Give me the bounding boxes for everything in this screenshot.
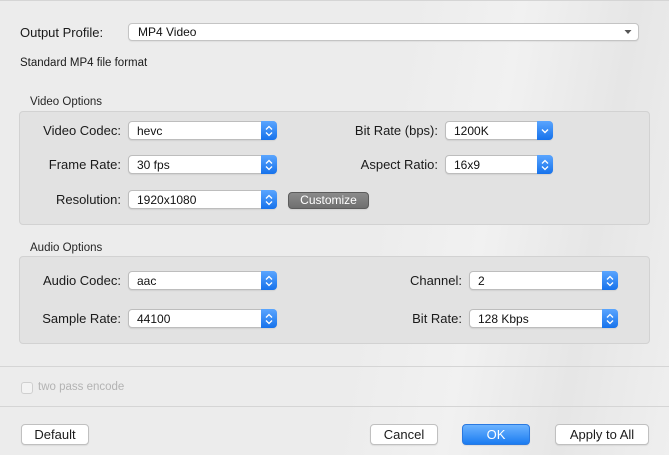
resolution-label: Resolution: — [55, 192, 121, 207]
updown-arrows-icon — [261, 309, 277, 328]
output-profile-description: Standard MP4 file format — [20, 57, 148, 69]
updown-arrows-icon — [602, 271, 618, 290]
frame-rate-label: Frame Rate: — [48, 157, 121, 172]
two-pass-label: two pass encode — [38, 381, 125, 393]
updown-arrows-icon — [261, 271, 277, 290]
updown-arrows-icon — [602, 309, 618, 328]
audio-bit-rate-select[interactable]: 128 Kbps — [469, 309, 618, 328]
bit-rate-bps-select[interactable]: 1200K — [445, 121, 553, 140]
top-divider — [0, 0, 669, 1]
resolution-value: 1920x1080 — [137, 193, 197, 207]
aspect-ratio-select[interactable]: 16x9 — [445, 155, 553, 174]
chevron-down-icon — [537, 121, 553, 140]
audio-options-title: Audio Options — [30, 242, 103, 254]
video-codec-select[interactable]: hevc — [128, 121, 277, 140]
audio-options-group — [19, 256, 650, 344]
output-profile-label: Output Profile: — [20, 25, 104, 40]
channel-value: 2 — [478, 274, 485, 288]
apply-to-all-button[interactable]: Apply to All — [555, 424, 649, 445]
bit-rate-bps-value: 1200K — [454, 124, 489, 138]
updown-arrows-icon — [261, 190, 277, 209]
chevron-down-icon — [624, 25, 632, 42]
options-divider — [0, 366, 669, 367]
output-profile-select[interactable]: MP4 Video — [128, 23, 639, 41]
sample-rate-value: 44100 — [137, 312, 171, 326]
ok-button[interactable]: OK — [462, 424, 530, 445]
updown-arrows-icon — [261, 121, 277, 140]
output-profile-value: MP4 Video — [138, 25, 197, 39]
video-codec-value: hevc — [137, 124, 163, 138]
bit-rate-bps-label: Bit Rate (bps): — [354, 123, 438, 138]
audio-bit-rate-label: Bit Rate: — [412, 311, 462, 326]
two-pass-checkbox[interactable] — [21, 382, 33, 394]
cancel-button[interactable]: Cancel — [370, 424, 438, 445]
channel-label: Channel: — [409, 273, 462, 288]
video-codec-label: Video Codec: — [43, 123, 121, 138]
frame-rate-value: 30 fps — [137, 158, 170, 172]
default-button[interactable]: Default — [21, 424, 89, 445]
updown-arrows-icon — [537, 155, 553, 174]
aspect-ratio-label: Aspect Ratio: — [360, 157, 438, 172]
audio-bit-rate-value: 128 Kbps — [478, 312, 529, 326]
audio-codec-select[interactable]: aac — [128, 271, 277, 290]
customize-button[interactable]: Customize — [288, 192, 369, 209]
audio-codec-value: aac — [137, 274, 157, 288]
sample-rate-select[interactable]: 44100 — [128, 309, 277, 328]
resolution-select[interactable]: 1920x1080 — [128, 190, 277, 209]
audio-codec-label: Audio Codec: — [42, 273, 121, 288]
channel-select[interactable]: 2 — [469, 271, 618, 290]
updown-arrows-icon — [261, 155, 277, 174]
aspect-ratio-value: 16x9 — [454, 158, 481, 172]
frame-rate-select[interactable]: 30 fps — [128, 155, 277, 174]
video-options-title: Video Options — [30, 96, 103, 108]
sample-rate-label: Sample Rate: — [42, 311, 121, 326]
footer-divider — [0, 406, 669, 407]
